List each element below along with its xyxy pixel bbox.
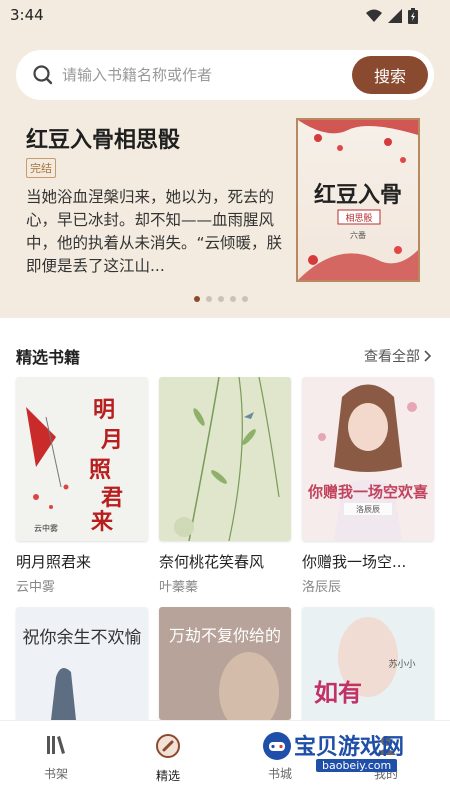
chevron-right-icon [424, 350, 432, 362]
search-icon [33, 65, 53, 85]
status-badge: 完结 [26, 158, 56, 178]
carousel-dot [194, 296, 200, 302]
search-bar[interactable]: 搜索 [16, 50, 434, 100]
tab-selected[interactable]: 精选 [128, 733, 208, 784]
status-bar: 3:44 [0, 0, 450, 34]
featured-description: 当她浴血涅槃归来，她以为，死去的心，早已冰封。却不知——血雨腥风中，他的执着从未… [26, 188, 283, 275]
section-title: 精选书籍 [16, 348, 81, 367]
bookshelf-icon [47, 736, 65, 754]
bottom-tab-bar: 书架 精选 书城 我的 宝贝游戏网 baobeiy.com [0, 720, 450, 800]
svg-text:照: 照 [89, 457, 111, 483]
svg-text:君: 君 [101, 485, 123, 511]
watermark-url: baobeiy.com [316, 759, 398, 772]
book-cover[interactable] [159, 377, 291, 541]
book-card[interactable]: 奈何桃花笑春风 叶蓁蓁 [159, 377, 291, 595]
featured-cover-text: 红豆入骨 [314, 182, 402, 208]
tab-bookshelf[interactable]: 书架 [16, 733, 96, 782]
book-cover-text: 祝你余生不欢愉 [23, 628, 142, 648]
book-cover[interactable]: 万劫不复你给的 [159, 607, 291, 720]
book-title: 奈何桃花笑春风 [159, 553, 265, 571]
book-title: 明月照君来 [16, 553, 92, 571]
status-time: 3:44 [10, 6, 44, 24]
tab-label: 精选 [155, 769, 180, 783]
book-cover-text: 万劫不复你给的 [169, 626, 281, 645]
watermark: 宝贝游戏网 baobeiy.com [262, 729, 444, 779]
carousel-dot [218, 296, 224, 302]
book-card[interactable]: 万劫不复你给的 [159, 607, 291, 720]
carousel-dot [242, 296, 248, 302]
search-button[interactable]: 搜索 [352, 56, 428, 94]
book-cover[interactable]: 你赠我一场空欢喜 洛辰辰 [302, 377, 434, 541]
gamepad-icon [263, 732, 291, 760]
watermark-text: 宝贝游戏网 [294, 735, 405, 760]
book-card[interactable]: 你赠我一场空欢喜 洛辰辰 你赠我一场空... 洛辰辰 [302, 377, 434, 595]
carousel-dot [206, 296, 212, 302]
search-input[interactable] [62, 62, 342, 88]
book-author: 叶蓁蓁 [159, 580, 199, 595]
book-cover-author: 苏小小 [388, 658, 415, 670]
book-cover-author: 云中雾 [34, 523, 58, 533]
book-card[interactable]: 祝你余生不欢愉 [16, 607, 148, 720]
carousel-indicator [194, 296, 248, 302]
tab-label: 书架 [43, 767, 68, 781]
book-author: 洛辰辰 [302, 580, 342, 595]
book-cover[interactable]: 明 月 照 君 来 云中雾 [16, 377, 148, 541]
featured-cover-author: 六番 [350, 230, 366, 240]
carousel-dot [230, 296, 236, 302]
see-all-link[interactable]: 查看全部 [364, 346, 432, 366]
signal-icon [388, 9, 402, 23]
featured-title: 红豆入骨相思骰 [26, 128, 181, 153]
book-cover[interactable]: 祝你余生不欢愉 [16, 607, 148, 720]
book-cover-text: 如有 [314, 678, 362, 707]
featured-cover-seal: 相思骰 [345, 212, 372, 224]
svg-text:明: 明 [93, 397, 115, 423]
book-card[interactable]: 如有 苏小小 [302, 607, 434, 720]
featured-book-cover[interactable]: 红豆入骨 相思骰 六番 [296, 118, 420, 282]
battery-icon [408, 8, 418, 24]
book-cover-author: 洛辰辰 [356, 504, 380, 514]
see-all-label: 查看全部 [364, 349, 420, 365]
book-title: 你赠我一场空... [302, 553, 407, 571]
svg-text:来: 来 [90, 509, 114, 535]
featured-banner[interactable]: 3:44 搜索 红豆入骨相思骰 完结 当她浴血涅槃归来，她以为，死去的心，早已冰… [0, 0, 450, 318]
book-card[interactable]: 明 月 照 君 来 云中雾 明月照君来 云中雾 [16, 377, 148, 595]
selected-icon [156, 734, 180, 758]
book-cover[interactable]: 如有 苏小小 [302, 607, 434, 720]
book-author: 云中雾 [16, 580, 56, 595]
wifi-icon [366, 9, 382, 22]
featured-cover-art: 红豆入骨 相思骰 六番 [298, 120, 418, 280]
svg-text:月: 月 [100, 427, 123, 453]
book-cover-text: 你赠我一场空欢喜 [307, 483, 428, 501]
